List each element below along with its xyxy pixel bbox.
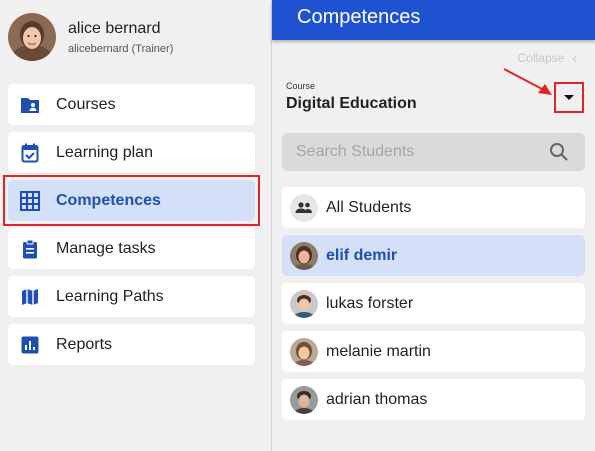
folder-person-icon	[20, 95, 40, 115]
avatar	[290, 241, 318, 270]
collapse-button[interactable]: Collapse ‹	[518, 50, 577, 66]
list-item-all-students[interactable]: All Students	[282, 187, 585, 228]
nav-label: Manage tasks	[56, 239, 156, 257]
map-icon	[20, 287, 40, 307]
avatar	[290, 337, 318, 366]
nav-label: Learning Paths	[56, 287, 164, 305]
course-dropdown-button[interactable]	[554, 82, 584, 113]
caret-down-icon	[564, 95, 574, 100]
nav-item-manage-tasks[interactable]: Manage tasks	[8, 228, 255, 269]
course-name: Digital Education	[286, 95, 417, 112]
avatar	[290, 289, 318, 318]
nav-label: Competences	[56, 191, 161, 209]
competences-panel: Competences Collapse ‹ Course Digital Ed…	[272, 0, 595, 451]
main-nav: Courses Learning plan Competences Manage…	[3, 84, 260, 372]
clipboard-icon	[20, 239, 40, 259]
student-name: melanie martin	[326, 342, 431, 360]
student-list: All Students elif demir lukas forster me…	[282, 187, 585, 427]
nav-item-competences[interactable]: Competences	[3, 175, 260, 226]
avatar	[290, 385, 318, 414]
user-role: alicebernard (Trainer)	[68, 43, 174, 55]
grid-icon	[20, 190, 40, 211]
student-name: lukas forster	[326, 294, 414, 312]
list-item-student[interactable]: elif demir	[282, 235, 585, 276]
search-icon[interactable]	[549, 142, 569, 167]
collapse-label: Collapse	[517, 51, 565, 65]
nav-item-courses[interactable]: Courses	[8, 84, 255, 125]
panel-title: Competences	[272, 0, 595, 40]
list-item-student[interactable]: adrian thomas	[282, 379, 585, 420]
student-name: All Students	[326, 198, 412, 216]
search-input[interactable]	[296, 143, 536, 161]
nav-label: Reports	[56, 335, 113, 353]
list-item-student[interactable]: melanie martin	[282, 331, 585, 372]
list-item-student[interactable]: lukas forster	[282, 283, 585, 324]
user-name: alice bernard	[68, 20, 161, 37]
chevron-left-icon: ‹	[572, 50, 577, 66]
calendar-check-icon	[20, 143, 40, 163]
nav-item-learning-paths[interactable]: Learning Paths	[8, 276, 255, 317]
nav-item-reports[interactable]: Reports	[8, 324, 255, 365]
nav-label: Courses	[56, 95, 116, 113]
group-icon	[290, 193, 318, 222]
student-name: elif demir	[326, 246, 398, 264]
user-profile: alice bernard alicebernard (Trainer)	[8, 13, 173, 61]
nav-item-learning-plan[interactable]: Learning plan	[8, 132, 255, 173]
nav-label: Learning plan	[56, 143, 153, 161]
student-search	[282, 133, 585, 171]
annotation-arrow	[503, 68, 552, 95]
app-root: alice bernard alicebernard (Trainer) Cou…	[0, 0, 595, 451]
bar-chart-icon	[20, 335, 40, 355]
course-caption: Course	[286, 81, 316, 91]
sidebar: alice bernard alicebernard (Trainer) Cou…	[0, 0, 271, 451]
avatar	[8, 13, 56, 61]
student-name: adrian thomas	[326, 390, 428, 408]
